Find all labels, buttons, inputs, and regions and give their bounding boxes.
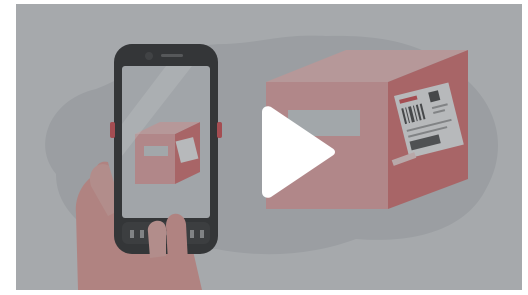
video-player[interactable] <box>16 4 522 290</box>
play-button[interactable] <box>248 104 338 200</box>
play-icon[interactable] <box>248 104 338 200</box>
